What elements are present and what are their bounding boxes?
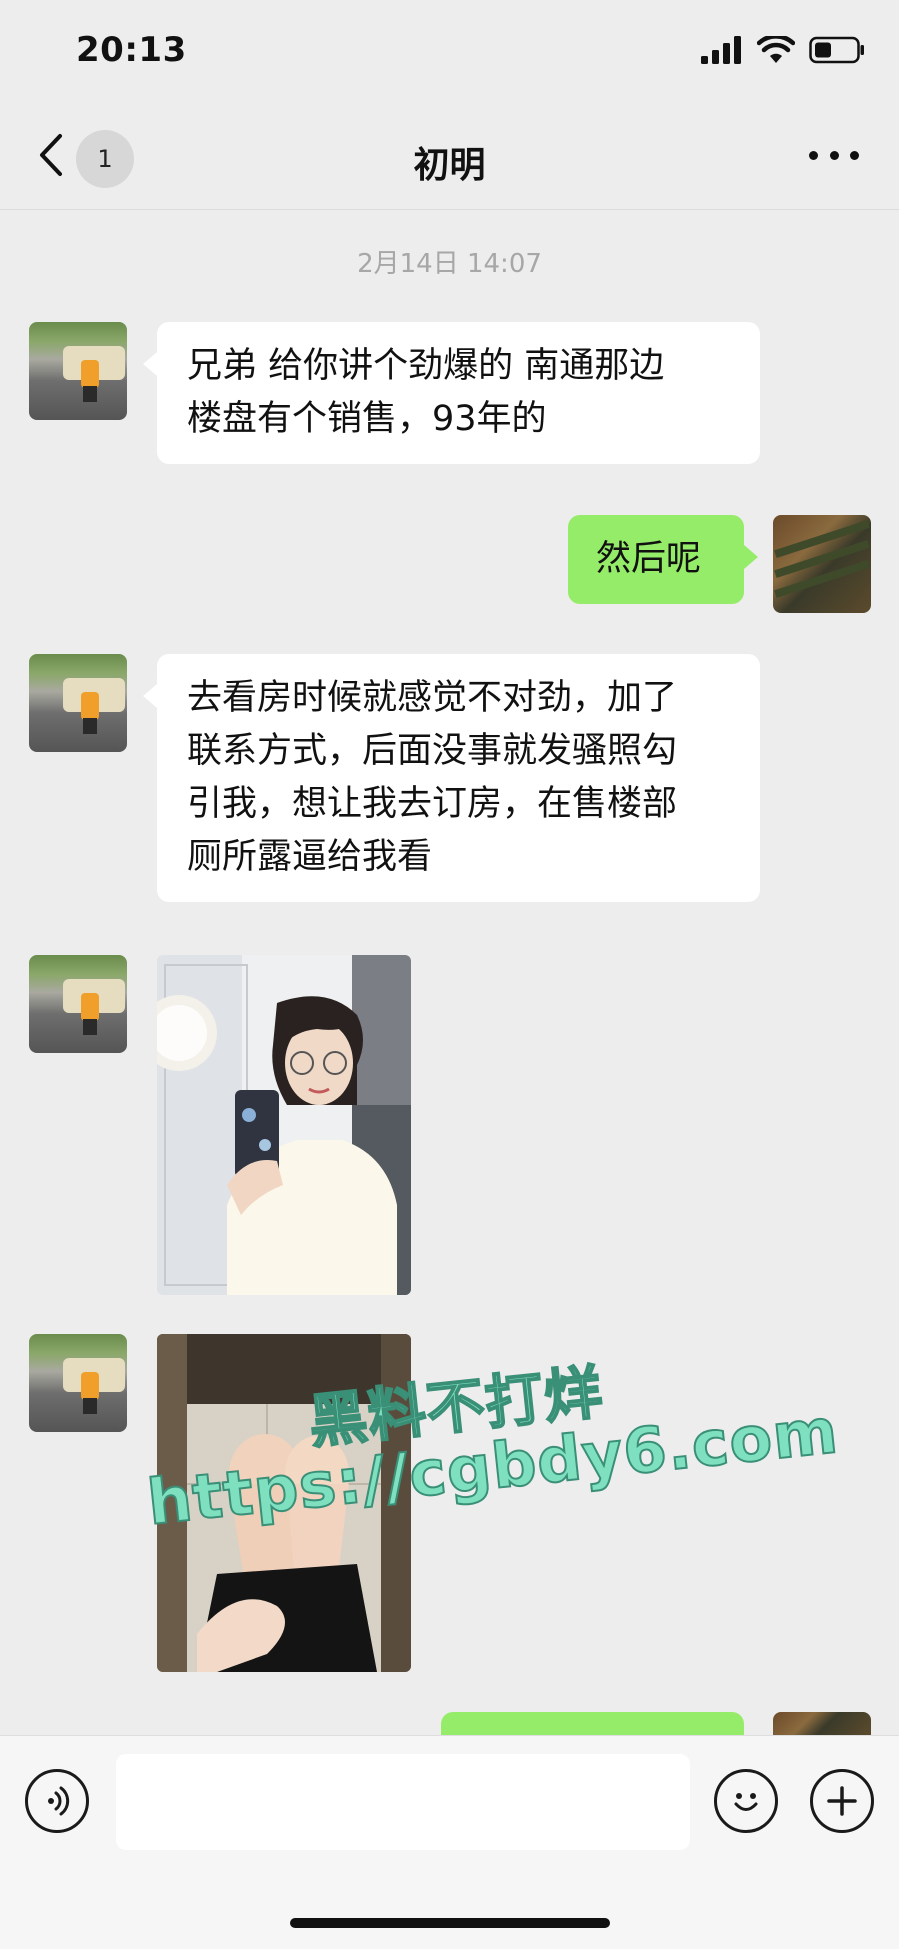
contact-avatar[interactable] xyxy=(29,322,127,420)
message-bubble-sent-partial[interactable] xyxy=(441,1712,744,1735)
voice-input-button[interactable] xyxy=(25,1769,89,1833)
message-timestamp: 2月14日 14:07 xyxy=(357,249,542,279)
battery-icon xyxy=(809,36,864,64)
chat-input-bar xyxy=(0,1735,899,1949)
message-bubble-received[interactable]: 兄弟 给你讲个劲爆的 南通那边 楼盘有个销售，93年的 xyxy=(143,322,760,464)
status-time: 20:13 xyxy=(76,30,187,70)
message-bubble-sent[interactable]: 然后呢 xyxy=(568,515,758,604)
contact-avatar[interactable] xyxy=(29,654,127,752)
more-options-icon[interactable] xyxy=(809,140,859,170)
emoji-button[interactable] xyxy=(714,1769,778,1833)
wifi-icon xyxy=(757,36,795,63)
voice-icon xyxy=(48,1786,70,1816)
contact-avatar[interactable] xyxy=(29,1334,127,1432)
cellular-signal-icon xyxy=(701,36,741,64)
chat-header: 1 初明 xyxy=(0,100,899,210)
plus-icon xyxy=(827,1786,857,1816)
message-bubble-received[interactable]: 去看房时候就感觉不对劲，加了 联系方式，后面没事就发骚照勾 引我，想让我去订房，… xyxy=(143,654,760,902)
self-avatar[interactable] xyxy=(773,515,871,613)
status-bar: 20:13 xyxy=(0,0,899,100)
chat-title: 初明 xyxy=(413,145,486,186)
smiley-icon xyxy=(734,1793,758,1811)
self-avatar-partial[interactable] xyxy=(773,1712,871,1735)
message-input-field[interactable] xyxy=(116,1754,690,1850)
add-attachment-button[interactable] xyxy=(810,1769,874,1833)
home-indicator[interactable] xyxy=(290,1918,610,1928)
selfie-photo-icon[interactable] xyxy=(157,955,411,1295)
contact-avatar[interactable] xyxy=(29,955,127,1053)
status-icons xyxy=(701,36,865,64)
